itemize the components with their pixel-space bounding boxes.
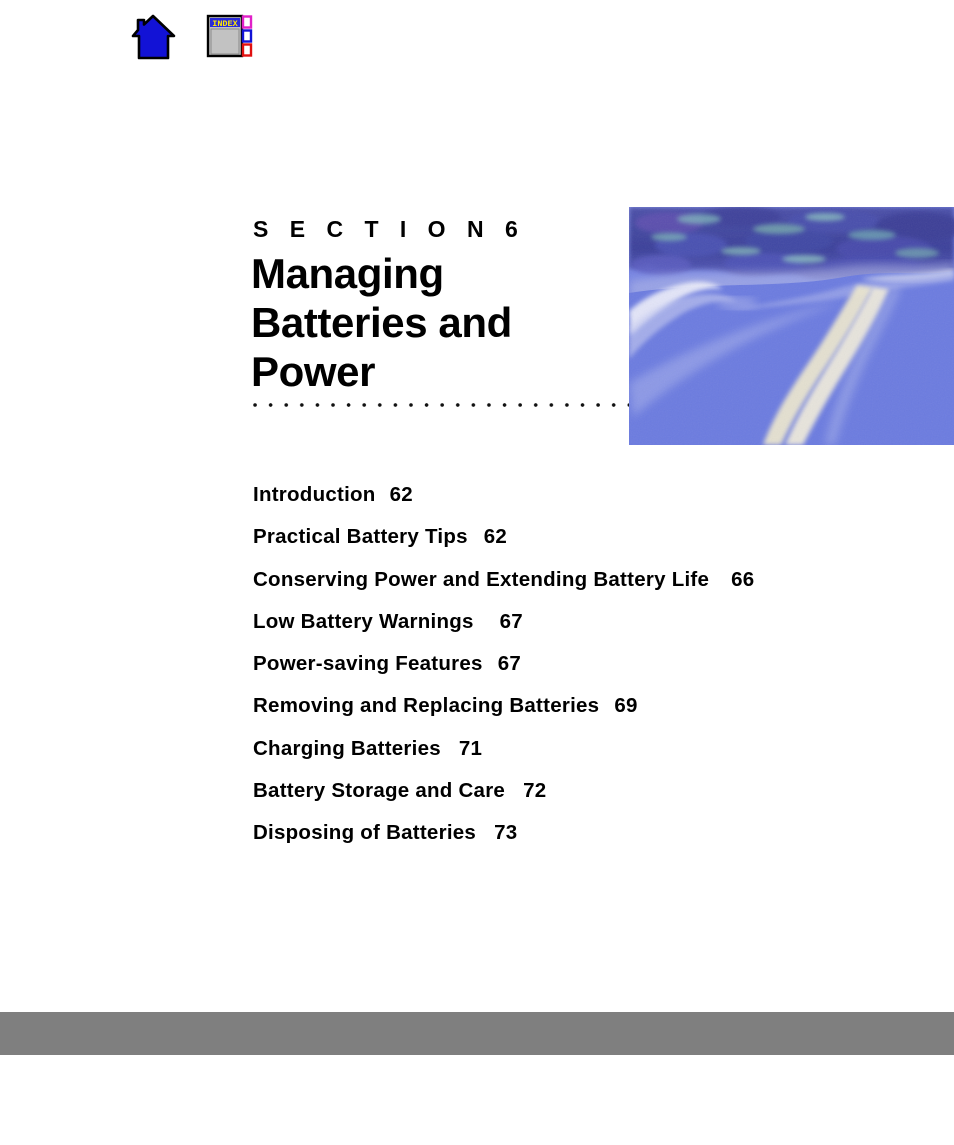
toc-entry[interactable]: Power-saving Features 67 xyxy=(253,643,873,685)
toc-entry-label: Low Battery Warnings xyxy=(253,609,474,633)
toc-entry-page: 62 xyxy=(483,525,508,549)
toc-entry[interactable]: Practical Battery Tips 62 xyxy=(253,516,873,558)
navigation-icon-bar: INDEX xyxy=(128,12,254,66)
document-page: INDEX S E C T I O N 6 Managing Batteries… xyxy=(0,0,954,1145)
toc-entry-page: 69 xyxy=(614,694,638,718)
toc-entry[interactable]: Introduction 62 xyxy=(253,474,873,516)
dotted-divider xyxy=(253,402,629,408)
toc-entry-page: 67 xyxy=(499,609,523,633)
toc-entry-page: 72 xyxy=(523,779,547,803)
toc-entry-page: 73 xyxy=(494,821,518,845)
home-button[interactable] xyxy=(128,12,178,64)
toc-entry[interactable]: Battery Storage and Care 72 xyxy=(253,770,873,812)
page-title: Managing Batteries and Power xyxy=(251,250,512,395)
toc-entry-label: Disposing of Batteries xyxy=(253,821,477,845)
toc-entry-label: Charging Batteries xyxy=(253,736,441,760)
toc-entry-label: Introduction xyxy=(253,483,376,506)
toc-entry-label: Conserving Power and Extending Battery L… xyxy=(253,567,710,591)
toc-entry-label: Removing and Replacing Batteries xyxy=(253,694,600,718)
toc-entry[interactable]: Disposing of Batteries 73 xyxy=(253,812,873,854)
toc-entry[interactable]: Removing and Replacing Batteries 69 xyxy=(253,685,873,727)
toc-entry-label: Practical Battery Tips xyxy=(253,525,468,549)
home-icon xyxy=(131,14,176,60)
section-kicker: S E C T I O N 6 xyxy=(253,216,526,242)
toc-entry-label: Power-saving Features xyxy=(253,652,483,676)
toc-entry-label: Battery Storage and Care xyxy=(253,779,506,803)
index-icon-label: INDEX xyxy=(212,19,238,29)
toc-entry[interactable]: Charging Batteries 71 xyxy=(253,728,873,770)
table-of-contents: Introduction 62 Practical Battery Tips 62 … xyxy=(253,474,873,855)
toc-entry-page: 67 xyxy=(497,652,522,676)
footer-bar xyxy=(0,1012,954,1055)
index-button[interactable]: INDEX xyxy=(206,12,254,62)
toc-entry[interactable]: Low Battery Warnings 67 xyxy=(253,601,873,643)
road-photograph xyxy=(629,207,954,445)
index-icon: INDEX xyxy=(206,14,253,58)
road-photograph-art xyxy=(629,207,954,445)
toc-entry[interactable]: Conserving Power and Extending Battery L… xyxy=(253,559,873,601)
toc-entry-page: 66 xyxy=(731,567,755,591)
toc-entry-page: 62 xyxy=(389,483,413,506)
toc-entry-page: 71 xyxy=(458,736,483,760)
